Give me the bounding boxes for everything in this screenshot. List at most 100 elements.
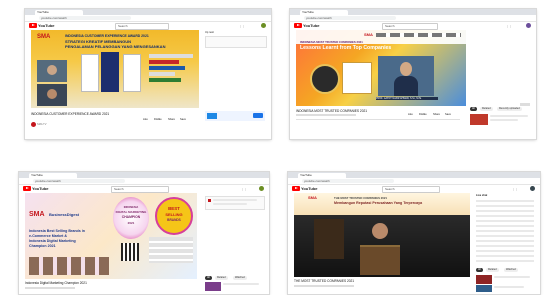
webcam-tile xyxy=(37,60,67,82)
apps-icon[interactable]: ⋮⋮ xyxy=(239,24,245,28)
video-player[interactable]: SMA INDONESIA CUSTOMER EXPERIENCE AWARD … xyxy=(31,30,199,108)
certificate-image xyxy=(342,62,372,94)
banner-subtitle: INDONESIA CUSTOMER EXPERIENCE AWARD 2021 xyxy=(65,34,149,38)
sidebar-video-item[interactable] xyxy=(476,285,534,293)
address-bar: youtube.com/watch xyxy=(19,178,269,185)
sidebar-video-item[interactable] xyxy=(476,275,534,285)
video-thumbnail[interactable] xyxy=(476,285,492,292)
award-emblem: INDONESIA DIGITAL MARKETING CHAMPION 202… xyxy=(113,197,149,239)
address-bar: youtube.com/watch xyxy=(288,178,540,185)
filter-chip-watched[interactable]: Watched xyxy=(233,276,247,280)
live-chat-heading[interactable]: Live chat xyxy=(476,194,487,197)
video-player[interactable]: SMA BusinessDigest INDONESIA DIGITAL MAR… xyxy=(25,193,197,279)
webcam-tile xyxy=(37,84,67,106)
filter-chip-related[interactable]: Related xyxy=(215,276,228,280)
sidebar-ad[interactable] xyxy=(205,111,265,121)
sponsor-logos xyxy=(149,54,193,90)
screenshot-1: YouTube youtube.com/watch YouTube Search… xyxy=(25,9,271,139)
chat-messages xyxy=(476,200,534,262)
video-meta xyxy=(296,114,356,116)
url-field[interactable]: youtube.com/watch xyxy=(33,179,125,183)
banner-title: Lessons Learnt from Top Companies xyxy=(300,45,392,51)
webcam-tile xyxy=(378,56,434,96)
apps-icon[interactable]: ⋮⋮ xyxy=(512,187,518,191)
avatar[interactable] xyxy=(530,186,535,191)
apps-icon[interactable]: ⋮⋮ xyxy=(241,187,247,191)
filter-chip-all[interactable]: All xyxy=(205,276,212,280)
share-button[interactable]: Share xyxy=(433,113,440,116)
video-player[interactable]: SMA INDONESIA MOST TRUSTED COMPANIES 202… xyxy=(296,30,466,106)
video-title: THE MOST TRUSTED COMPANIES 2021 xyxy=(294,279,355,283)
url-field[interactable]: youtube.com/watch xyxy=(302,179,394,183)
filter-chip-all[interactable]: All xyxy=(470,107,477,111)
url-field[interactable]: youtube.com/watch xyxy=(304,16,396,20)
filter-chip-related[interactable]: Related xyxy=(480,107,493,111)
apps-icon[interactable]: ⋮⋮ xyxy=(506,24,512,28)
video-meta xyxy=(25,287,75,289)
banner-title: Membangun Reputasi Perusahaan Yang Terpe… xyxy=(334,201,423,205)
channel-name[interactable]: SMA TV xyxy=(37,123,46,126)
video-player[interactable]: SMA THE MOST TRUSTED COMPANIES 2021 Memb… xyxy=(294,193,470,277)
filter-chip-related[interactable]: Related xyxy=(486,268,499,272)
sidebar-video-item[interactable] xyxy=(470,114,530,126)
headline-line-2: e-Commerce Market & xyxy=(29,234,67,238)
certificate-image xyxy=(81,54,99,92)
filter-chip-watched[interactable]: Watched xyxy=(504,268,518,272)
sponsor-logos xyxy=(149,237,193,263)
headline-line-3: Indonesia Digital Marketing xyxy=(29,239,76,243)
banner-title-line-2: PENGALAMAN PELANGGAN YANG MENGESANKAN xyxy=(65,44,166,49)
search-input[interactable]: Search xyxy=(382,23,438,30)
video-thumbnail[interactable] xyxy=(470,114,488,125)
speaker-figure xyxy=(372,223,388,239)
sidebar-heading: Up next xyxy=(205,31,214,34)
channel-avatar[interactable] xyxy=(31,122,36,127)
youtube-logo-icon[interactable] xyxy=(29,23,37,28)
podium xyxy=(360,245,400,275)
youtube-header: YouTube Search ⋮⋮ xyxy=(19,185,269,193)
certificate-image xyxy=(123,54,141,92)
banner-line-1: THE MOST TRUSTED COMPANIES 2021 xyxy=(334,196,387,200)
dislike-button[interactable]: Dislike xyxy=(154,118,162,121)
search-input[interactable]: Search xyxy=(382,186,440,193)
settings-chip[interactable] xyxy=(520,103,530,106)
stage-backdrop xyxy=(314,219,344,259)
save-button[interactable]: Save xyxy=(180,118,186,121)
sidebar-card[interactable] xyxy=(205,196,265,210)
sponsor-logos xyxy=(376,33,461,37)
avatar[interactable] xyxy=(261,23,266,28)
search-input[interactable]: Search xyxy=(115,23,169,30)
like-button[interactable]: Like xyxy=(408,113,413,116)
sidebar-video-item[interactable] xyxy=(205,282,263,292)
youtube-logo-icon[interactable] xyxy=(292,186,300,191)
search-input[interactable]: Search xyxy=(111,186,169,193)
screenshot-3: YouTube youtube.com/watch YouTube Search… xyxy=(19,172,269,294)
avatar[interactable] xyxy=(259,186,264,191)
save-button[interactable]: Save xyxy=(445,113,451,116)
sidebar-card[interactable] xyxy=(205,36,267,48)
dislike-button[interactable]: Dislike xyxy=(419,113,427,116)
speaker-photos xyxy=(29,257,109,275)
address-bar: youtube.com/watch xyxy=(25,15,271,22)
speaker-caption: PROF. GATOT NAZIR AHMAD, S.Si., M.Si. xyxy=(376,97,438,100)
certificate-image xyxy=(101,52,119,92)
share-button[interactable]: Share xyxy=(168,118,175,121)
headline-line-1: Indonesia Best Selling Brands in xyxy=(29,229,85,233)
avatar[interactable] xyxy=(526,23,531,28)
video-title: INDONESIA MOST TRUSTED COMPANIES 2021 xyxy=(296,109,368,113)
url-field[interactable]: youtube.com/watch xyxy=(39,16,131,20)
youtube-header: YouTube Search ⋮⋮ xyxy=(288,185,540,193)
partner-logo: BusinessDigest xyxy=(49,212,80,217)
filter-chip-recent[interactable]: Recently uploaded xyxy=(497,107,522,111)
youtube-logo-icon[interactable] xyxy=(23,186,31,191)
youtube-header: YouTube Search ⋮⋮ xyxy=(25,22,271,30)
video-thumbnail[interactable] xyxy=(205,282,221,291)
youtube-logo-icon[interactable] xyxy=(294,23,302,28)
banner-line-1: INDONESIA MOST TRUSTED COMPANIES 2021 xyxy=(300,40,363,44)
screenshot-2: YouTube youtube.com/watch YouTube Search… xyxy=(290,9,536,139)
brand-logo-sma: SMA xyxy=(29,211,45,218)
filter-chip-all[interactable]: All xyxy=(476,268,483,272)
like-button[interactable]: Like xyxy=(143,118,148,121)
video-title: INDONESIA CUSTOMER EXPERIENCE AWARD 2021 xyxy=(31,112,110,116)
youtube-wordmark: YouTube xyxy=(32,186,49,191)
video-thumbnail[interactable] xyxy=(476,275,492,284)
